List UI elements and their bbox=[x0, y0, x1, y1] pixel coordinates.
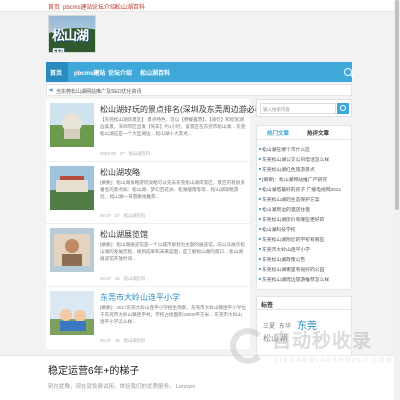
article-title[interactable]: 松山湖好玩的景点排名(深圳及东莞周边游必看) bbox=[100, 104, 265, 115]
article-item: 松山湖攻略 [摘要]：松山湖攻略游玩攻略可以先去东莞松山湖风景区，景区内有很多著… bbox=[46, 162, 250, 224]
article-list: 松山湖好玩的景点排名(深圳及东莞周边游必看) 【东莞松山湖风景区】 景点特色：可… bbox=[46, 99, 265, 349]
article-excerpt: [摘要]：2017东莞大岭山连平小学招生简章，东莞市大岭山镇连平小学位于东莞市大… bbox=[100, 305, 246, 324]
ad-banner[interactable]: 稳定运营6年+的梯子 别在犹豫，现在就免费试用，体验我们的优质服务。 Letsv… bbox=[0, 355, 400, 400]
article-category[interactable]: 松山湖百科 bbox=[124, 213, 145, 218]
tag-link[interactable]: 三夏 bbox=[263, 321, 275, 330]
list-item[interactable]: 东莞松山湖哪里有很好的公园 bbox=[258, 266, 324, 273]
banner-subtitle: 别在犹豫，现在就免费试用，体验我们的优质服务。 Letsvpn bbox=[48, 384, 196, 390]
article-item: 东莞市大岭山连平小学 [摘要]：2017东莞大岭山连平小学招生简章，东莞市大岭山… bbox=[46, 287, 250, 349]
article-title[interactable]: 松山湖展览馆 bbox=[100, 229, 148, 240]
article-meta: 2023-09 27 松山湖百科 bbox=[100, 151, 154, 157]
article-thumbnail[interactable] bbox=[50, 228, 94, 272]
nav-item-wiki[interactable]: 松山湖百科 bbox=[140, 68, 170, 77]
main-nav: 首页 pbcms建站 论坛介绍 松山湖百科 bbox=[46, 62, 352, 82]
article-item: 松山湖好玩的景点排名(深圳及东莞周边游必看) 【东莞松山湖风景区】 景点特色：可… bbox=[46, 99, 265, 162]
article-thumbnail[interactable] bbox=[50, 103, 94, 147]
list-item[interactable]: [摘要]：松山湖网站推广产研究 bbox=[258, 176, 327, 183]
search-icon[interactable] bbox=[344, 68, 352, 76]
article-category[interactable]: 松山湖百科 bbox=[124, 276, 145, 281]
nav-item-pbcms[interactable]: pbcms建站 bbox=[74, 68, 105, 77]
tab-hot[interactable]: 热门文章 bbox=[267, 129, 289, 137]
article-date: 04-27 bbox=[100, 276, 111, 281]
top-link-forum[interactable]: 论坛介绍 bbox=[92, 2, 116, 11]
article-excerpt: [摘要]：松山湖攻略游玩攻略可以先去东莞松山湖风景区，景区内有很多著名的景点如：… bbox=[100, 180, 245, 199]
article-meta: 04-27 27 松山湖百科 bbox=[100, 213, 149, 219]
article-excerpt: 【东莞松山湖风景区】 景点特色：可以【野餐露营】、【骑行】和欣赏湖边美景，深圳市… bbox=[100, 117, 246, 136]
tag-link[interactable]: 松山湖 bbox=[263, 333, 287, 344]
sidebar-tags: 标签 东莞 三夏 东华 松山湖 bbox=[256, 296, 353, 356]
notice-bar: 当东莞松山湖网站推广及SEO优化资讯 bbox=[46, 84, 352, 96]
top-bar: 首页 pbcms建站 论坛介绍 松山湖百科 bbox=[0, 0, 400, 12]
article-date: 04-27 bbox=[100, 213, 111, 218]
list-item[interactable]: 东莞松山湖政策公告 bbox=[258, 256, 305, 263]
tag-link[interactable]: 东华 bbox=[279, 321, 291, 330]
list-item[interactable]: 东莞市大岭山连平小学 bbox=[259, 246, 310, 253]
top-link-pbcms[interactable]: pbcms建站 bbox=[63, 2, 93, 11]
notice-text: 当东莞松山湖网站推广及SEO优化资讯 bbox=[56, 88, 142, 95]
top-link-wiki[interactable]: 松山湖百科 bbox=[115, 2, 145, 11]
list-item[interactable]: 松山湖科技学校 bbox=[259, 226, 296, 233]
sidebar-search-input[interactable]: 输入搜索内容 bbox=[260, 103, 336, 114]
article-views: 27 bbox=[119, 151, 125, 156]
nav-item-forum[interactable]: 论坛介绍 bbox=[108, 68, 132, 77]
banner-title[interactable]: 稳定运营6年+的梯子 bbox=[48, 362, 139, 377]
list-item[interactable]: 松山湖在哪个市什么区 bbox=[259, 146, 310, 153]
sidebar-articles: 热门文章 热评文章 松山湖在哪个市什么区 东莞松山湖公交公司电话怎么样 东莞松山… bbox=[256, 125, 353, 290]
article-title[interactable]: 松山湖攻略 bbox=[100, 167, 140, 178]
list-item[interactable]: 东莞松山湖公交公司电话怎么样 bbox=[258, 156, 329, 163]
article-excerpt: [摘要]：松山湖展览馆是一个以城市规划为主题的展览馆，向公众展示松山湖的发展历程… bbox=[100, 242, 245, 261]
nav-item-home[interactable]: 首页 bbox=[50, 68, 62, 77]
tags-title: 标签 bbox=[261, 303, 274, 309]
article-views: 26 bbox=[115, 276, 120, 281]
list-item[interactable]: 东莞松山湖周边旅游推荐怎么样 bbox=[258, 276, 329, 283]
tag-link[interactable]: 东莞 bbox=[297, 317, 317, 332]
sidebar-search: 输入搜索内容 bbox=[256, 99, 352, 117]
article-meta: 04-27 26 松山湖百科 bbox=[100, 338, 149, 344]
list-item[interactable]: 东莞松山湖附近的学校有哪些 bbox=[258, 236, 324, 243]
scrollbar-thumb[interactable] bbox=[395, 0, 399, 210]
article-meta: 04-27 26 松山湖百科 bbox=[100, 276, 149, 282]
tags-divider bbox=[257, 309, 353, 310]
top-link-home[interactable]: 首页 bbox=[48, 2, 60, 11]
list-item[interactable]: 东莞松山湖红色旅游景点 bbox=[259, 166, 315, 173]
article-category[interactable]: 松山湖百科 bbox=[129, 151, 150, 156]
list-item[interactable]: 东莞松山湖房价有哪些更好的 bbox=[258, 216, 324, 223]
article-category[interactable]: 松山湖百科 bbox=[124, 338, 145, 343]
sidebar-search-button[interactable] bbox=[337, 103, 349, 114]
article-item: 松山湖展览馆 [摘要]：松山湖展览馆是一个以城市规划为主题的展览馆，向公众展示松… bbox=[46, 224, 250, 287]
logo-text: 松山湖网 bbox=[52, 29, 89, 52]
sidebar-tabs: 热门文章 热评文章 bbox=[257, 126, 353, 140]
article-title[interactable]: 东莞市大岭山连平小学 bbox=[100, 292, 180, 303]
list-item[interactable]: 松山湖塔最好的房子 广播电视网2021 bbox=[258, 186, 341, 193]
article-views: 27 bbox=[115, 213, 120, 218]
tab-comments[interactable]: 热评文章 bbox=[307, 129, 329, 137]
list-item[interactable]: 东莞松山湖的生态保护方案 bbox=[259, 196, 320, 203]
article-views: 26 bbox=[115, 338, 120, 343]
article-thumbnail[interactable] bbox=[50, 291, 94, 335]
speaker-icon bbox=[49, 88, 53, 92]
article-date: 04-27 bbox=[100, 338, 111, 343]
list-item[interactable]: 松山湖周边的酒店住宿 bbox=[259, 206, 310, 213]
article-date: 2023-09 bbox=[100, 151, 116, 156]
article-thumbnail[interactable] bbox=[50, 166, 94, 210]
site-logo[interactable]: 松山湖网 bbox=[48, 15, 96, 53]
